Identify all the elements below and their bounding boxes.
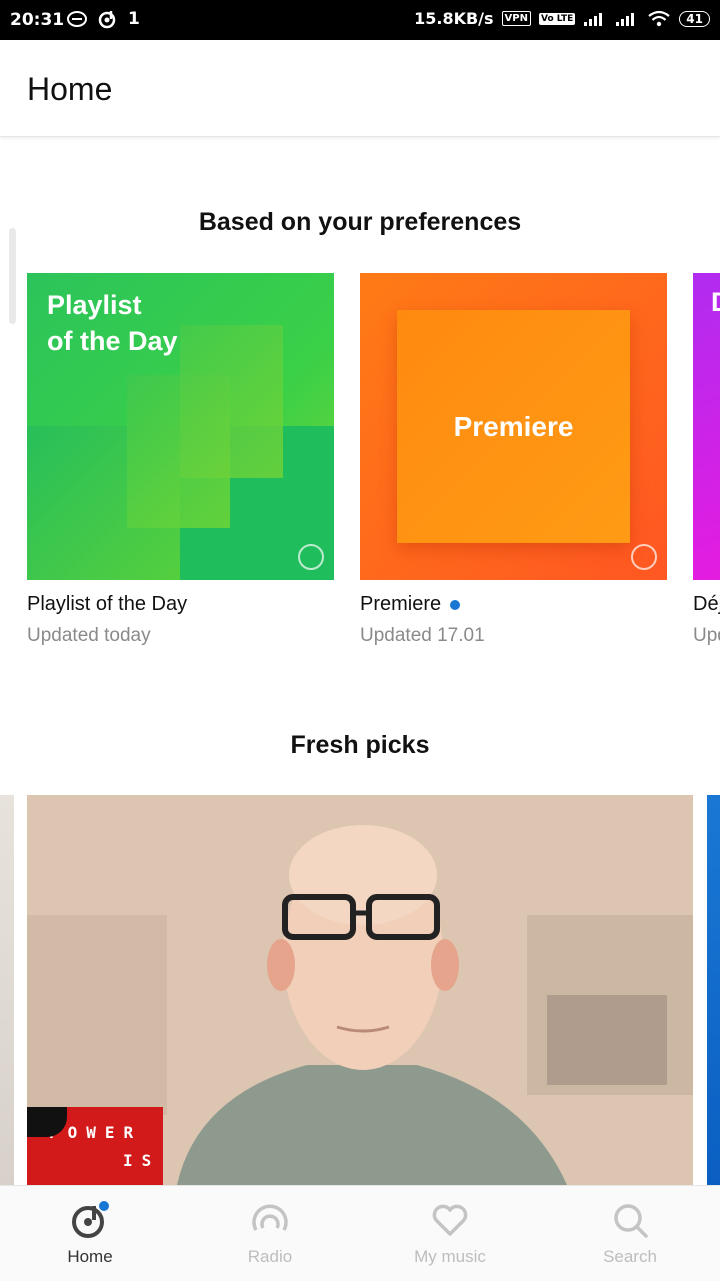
playlist-artwork: Premiere	[360, 273, 667, 580]
radio-icon	[252, 1204, 288, 1231]
wifi-icon	[648, 10, 670, 26]
nav-label: Search	[603, 1247, 657, 1266]
notification-icon	[67, 11, 87, 27]
music-note-icon	[298, 544, 324, 570]
playlist-name: Déj	[693, 593, 720, 615]
nav-label: Radio	[247, 1247, 293, 1266]
vpn-badge: VPN	[501, 11, 531, 26]
net-speed: 15.8KB/s	[414, 9, 494, 28]
new-indicator-dot	[450, 599, 461, 610]
app-bar: Home	[0, 40, 720, 137]
fresh-pick-card[interactable]: POWER IS	[27, 795, 693, 1185]
home-music-icon	[72, 1201, 109, 1238]
section-title-fresh-picks: Fresh picks	[290, 731, 430, 759]
playlist-artwork: D	[693, 273, 720, 580]
nav-radio[interactable]: Radio	[180, 1186, 360, 1281]
music-app-icon	[98, 11, 116, 29]
playlist-artwork-text: Playlist of the Day	[47, 290, 178, 356]
sim-indicator: 1	[128, 9, 140, 29]
battery-icon: 41	[679, 10, 710, 27]
bottom-nav: Home Radio My music Search	[0, 1185, 720, 1281]
playlist-name: Premiere	[360, 593, 461, 616]
music-note-icon	[631, 544, 657, 570]
signal-icon-2	[616, 12, 635, 26]
carousel-next-peek[interactable]	[707, 795, 720, 1185]
page-title: Home	[27, 71, 113, 107]
carousel-prev-peek[interactable]	[0, 795, 14, 1185]
volte-badge: Vo LTE	[538, 12, 576, 25]
search-icon	[614, 1204, 648, 1238]
scroll-indicator	[9, 228, 16, 324]
playlist-artwork-text: Premiere	[453, 411, 574, 442]
status-notifications: 1	[66, 9, 140, 29]
playlist-name: Playlist of the Day	[27, 593, 188, 615]
heart-icon	[432, 1204, 468, 1236]
album-cover-thumb: POWER IS	[27, 1107, 163, 1185]
playlist-updated: Updated 17.01	[360, 625, 485, 646]
nav-label: Home	[67, 1247, 113, 1266]
section-title-preferences: Based on your preferences	[198, 208, 522, 236]
nav-search[interactable]: Search	[540, 1186, 720, 1281]
status-time: 20:31	[10, 10, 65, 30]
nav-label: My music	[414, 1247, 486, 1266]
playlist-artwork: Playlist of the Day	[27, 273, 334, 580]
playlist-updated: Upd	[693, 625, 720, 646]
status-right: 15.8KB/s VPN Vo LTE 41	[414, 9, 710, 28]
status-bar: 20:31 1 15.8KB/s VPN Vo LTE 41	[0, 0, 720, 40]
playlist-updated: Updated today	[27, 625, 151, 646]
signal-icon	[584, 12, 603, 26]
nav-my-music[interactable]: My music	[360, 1186, 540, 1281]
nav-home[interactable]: Home	[0, 1186, 180, 1281]
